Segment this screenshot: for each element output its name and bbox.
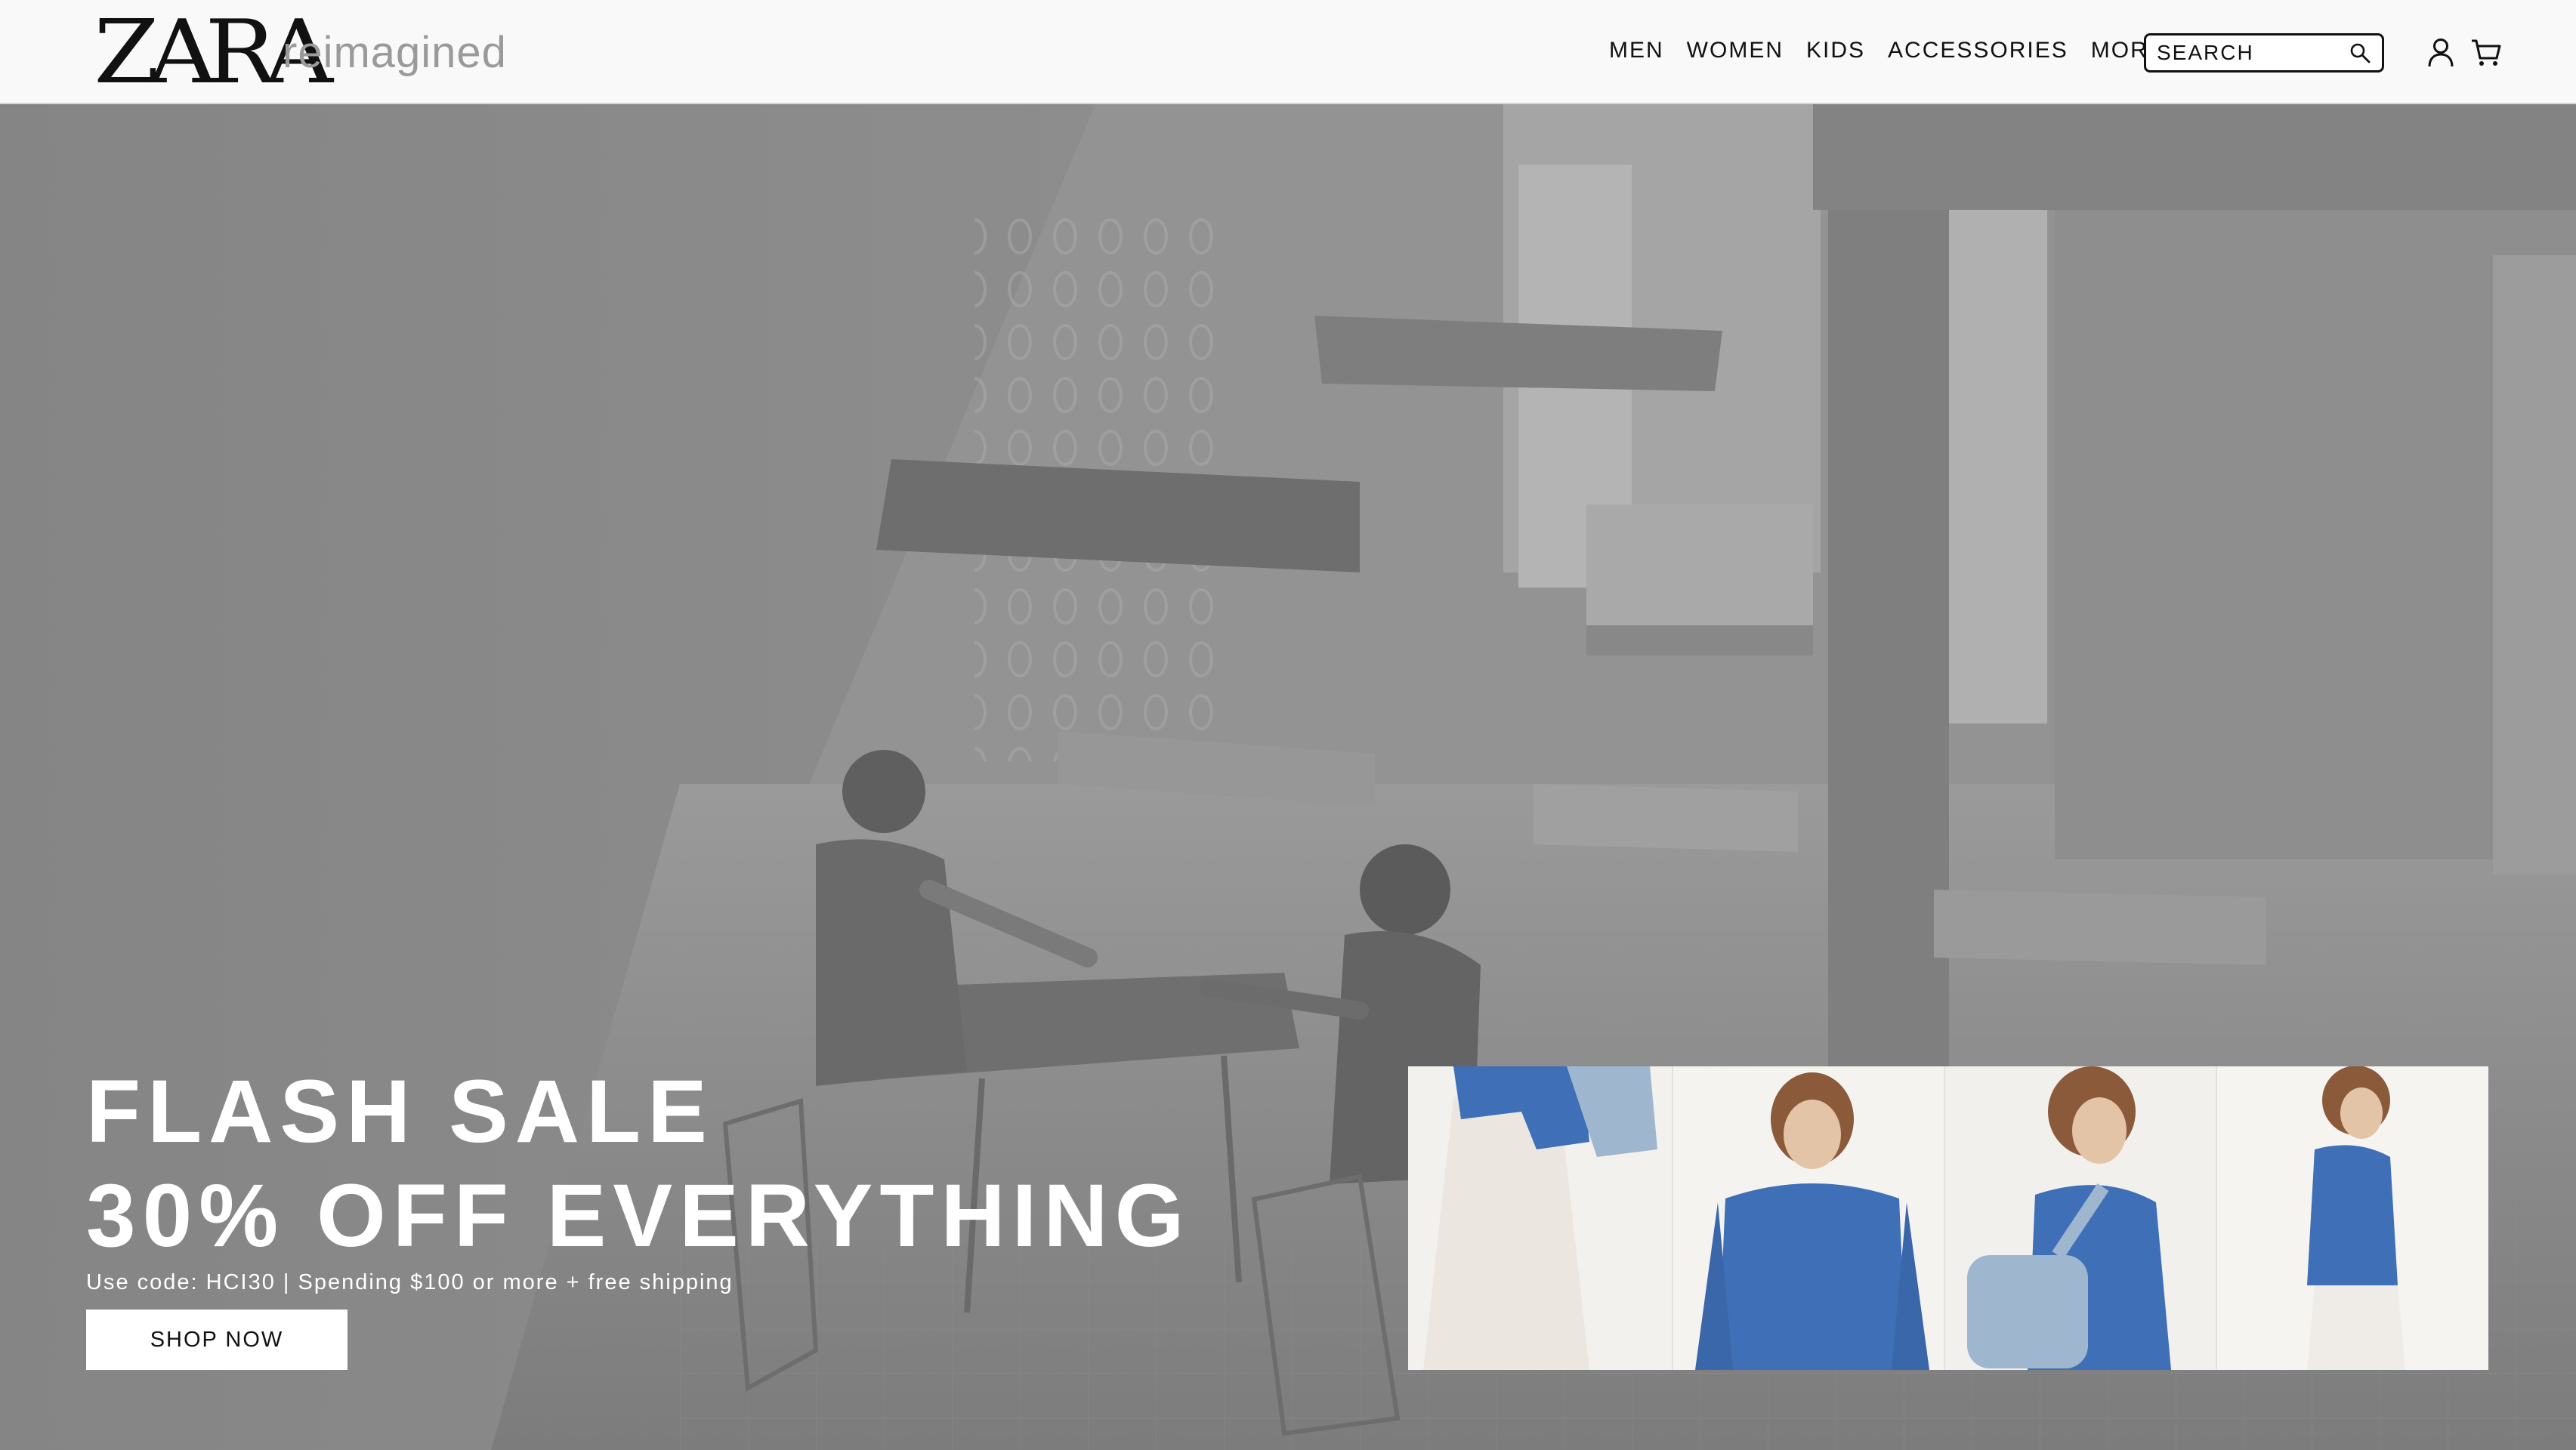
kids-promo-photo: [1408, 1066, 2488, 1370]
sale-headline-line2: 30% OFF EVERYTHING: [86, 1166, 1191, 1266]
nav-item-kids[interactable]: KIDS: [1806, 38, 1865, 63]
nav-item-men[interactable]: MEN: [1609, 38, 1664, 63]
search-icon[interactable]: [2349, 42, 2371, 64]
search-box[interactable]: [2144, 33, 2384, 72]
user-icon[interactable]: [2426, 38, 2455, 68]
search-input[interactable]: [2157, 40, 2338, 66]
kids-promo-image[interactable]: [1408, 1066, 2488, 1370]
hero-banner: FLASH SALE 30% OFF EVERYTHING Use code: …: [0, 104, 2576, 1450]
shop-now-button[interactable]: SHOP NOW: [86, 1310, 347, 1370]
main-nav: MEN WOMEN KIDS ACCESSORIES MORE: [1609, 38, 2188, 63]
page: ZARA reimagined MEN WOMEN KIDS ACCESSORI…: [0, 0, 2576, 1450]
cart-icon[interactable]: [2470, 38, 2502, 68]
logo-subtitle: reimagined: [283, 28, 507, 77]
nav-item-women[interactable]: WOMEN: [1687, 38, 1784, 63]
promo-code-text: Use code: HCI30 | Spending $100 or more …: [86, 1270, 734, 1294]
sale-headline-line1: FLASH SALE: [86, 1062, 714, 1162]
sale-headline: FLASH SALE 30% OFF EVERYTHING: [86, 1060, 1191, 1268]
brand-logo[interactable]: ZARA reimagined: [94, 9, 506, 97]
nav-item-accessories[interactable]: ACCESSORIES: [1888, 38, 2068, 63]
top-header: ZARA reimagined MEN WOMEN KIDS ACCESSORI…: [0, 0, 2576, 104]
